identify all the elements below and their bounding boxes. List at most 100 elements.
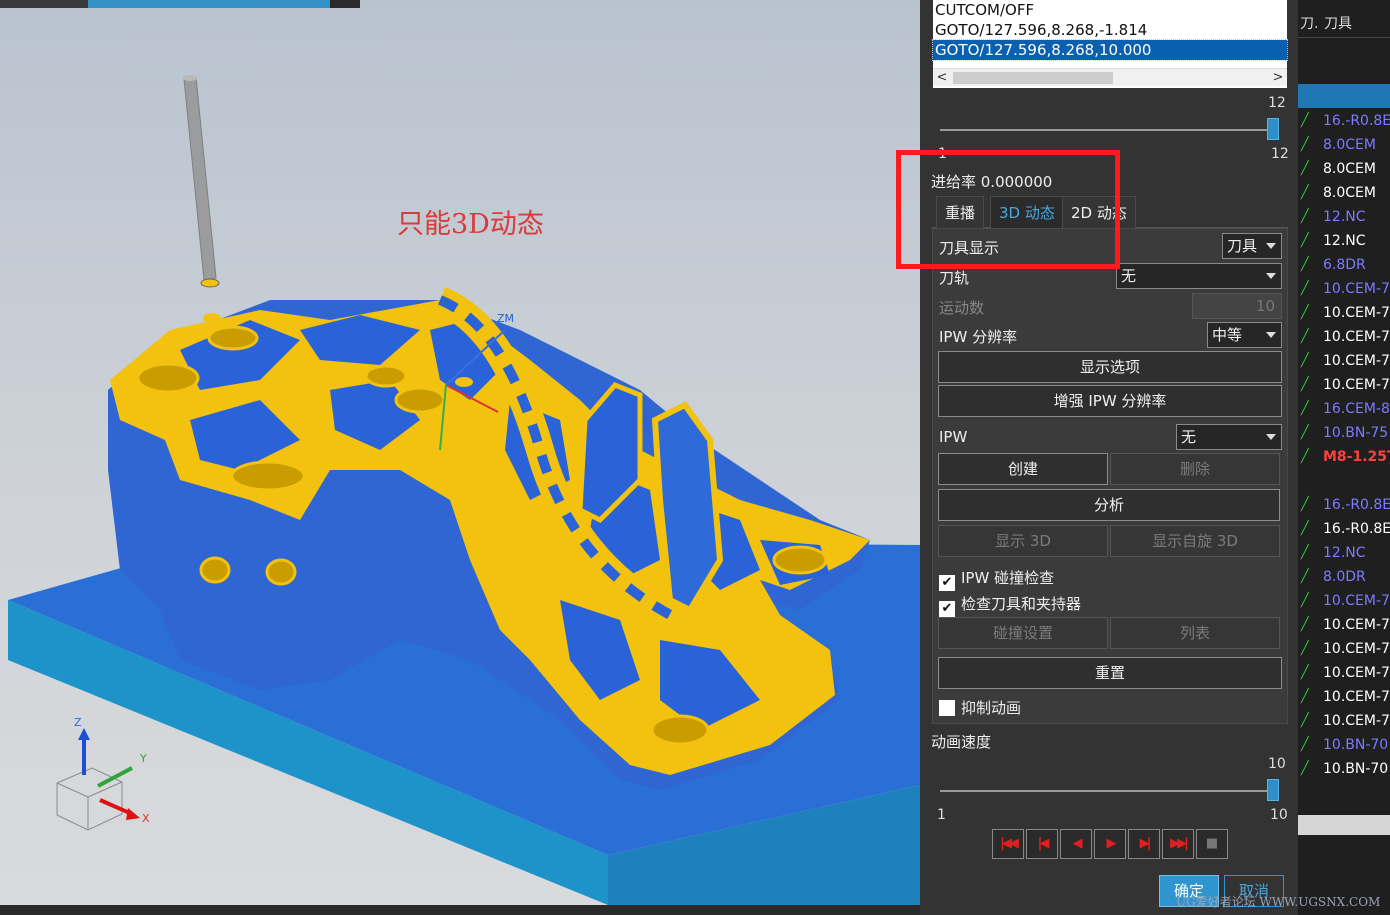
tool-row[interactable]: ╱ 12.NC bbox=[1298, 229, 1390, 253]
graphics-viewport[interactable]: ZM Z Y X 只能3D动态 bbox=[0, 0, 920, 915]
tool-row[interactable]: ╱ 10.CEM-7 bbox=[1298, 709, 1390, 733]
status-check-icon: ╱ bbox=[1301, 233, 1309, 248]
column-header[interactable]: 刀. bbox=[1300, 10, 1318, 38]
speed-slider-track[interactable] bbox=[940, 790, 1270, 792]
status-check-icon: ╱ bbox=[1301, 257, 1309, 272]
small-hole bbox=[203, 313, 221, 323]
tool-row[interactable]: ╱ 10.CEM-7 bbox=[1298, 661, 1390, 685]
suppress-animation-check[interactable]: 抑制动画 bbox=[939, 699, 1021, 717]
tool-row[interactable]: ╱ 16.-R0.8E bbox=[1298, 493, 1390, 517]
status-check-icon: ╱ bbox=[1301, 665, 1309, 680]
tool-row[interactable]: ╱ 10.CEM-7 bbox=[1298, 373, 1390, 397]
tool-row[interactable]: ╱ M8-1.25T bbox=[1298, 445, 1390, 469]
chevron-down-icon bbox=[1266, 273, 1276, 279]
play-reverse-icon[interactable]: ◀ bbox=[1060, 829, 1092, 859]
tool-row[interactable]: ╱ 10.CEM-7 bbox=[1298, 349, 1390, 373]
horizontal-scrollbar[interactable] bbox=[1298, 815, 1390, 835]
tool-row[interactable]: ╱ 10.BN-70 bbox=[1298, 733, 1390, 757]
status-check-icon: ╱ bbox=[1301, 593, 1309, 608]
status-check-icon: ╱ bbox=[1301, 497, 1309, 512]
checkbox-checked-icon[interactable]: ✔ bbox=[939, 575, 955, 591]
tool-row[interactable]: ╱ 16.-R0.8E bbox=[1298, 109, 1390, 133]
z-axis-label: Z bbox=[74, 716, 82, 729]
tool-row[interactable]: ╱ 8.0DR bbox=[1298, 565, 1390, 589]
create-button[interactable]: 创建 bbox=[938, 453, 1108, 485]
collision-settings-button[interactable]: 碰撞设置 bbox=[938, 617, 1108, 649]
fast-forward-icon[interactable]: ▶▶| bbox=[1162, 829, 1194, 859]
tool-row[interactable]: ╱ 8.0CEM bbox=[1298, 157, 1390, 181]
scroll-right-icon[interactable]: > bbox=[1269, 69, 1287, 87]
tool-row[interactable]: ╱ 10.CEM-7 bbox=[1298, 637, 1390, 661]
ipw-3d-model[interactable]: ZM Z Y X bbox=[0, 0, 920, 915]
stop-icon[interactable]: ■ bbox=[1196, 829, 1228, 859]
status-check-icon: ╱ bbox=[1301, 401, 1309, 416]
rewind-to-start-icon[interactable]: |◀◀ bbox=[992, 829, 1024, 859]
tool-path-listing[interactable]: CUTCOM/OFF GOTO/127.596,8.268,-1.814 GOT… bbox=[932, 0, 1288, 88]
tool-name: 8.0DR bbox=[1323, 569, 1366, 585]
selected-row[interactable] bbox=[1298, 84, 1390, 108]
step-back-icon[interactable]: |◀ bbox=[1026, 829, 1058, 859]
tool-row[interactable]: ╱ 10.CEM-7 bbox=[1298, 685, 1390, 709]
status-check-icon: ╱ bbox=[1301, 641, 1309, 656]
tool-row[interactable]: ╱ 8.0CEM bbox=[1298, 181, 1390, 205]
code-line[interactable]: CUTCOM/OFF bbox=[933, 0, 1287, 20]
tool-row[interactable]: ╱ 16.-R0.8E bbox=[1298, 517, 1390, 541]
list-button[interactable]: 列表 bbox=[1110, 617, 1280, 649]
speed-slider-thumb[interactable] bbox=[1267, 779, 1279, 801]
step-slider-value: 12 bbox=[1271, 146, 1289, 162]
analyze-button[interactable]: 分析 bbox=[938, 489, 1280, 521]
code-line-selected[interactable]: GOTO/127.596,8.268,10.000 bbox=[932, 39, 1288, 61]
tool-row[interactable]: ╱ 10.BN-70 bbox=[1298, 757, 1390, 781]
ipw-collision-check[interactable]: ✔ IPW 碰撞检查 bbox=[939, 569, 1054, 591]
tool-row[interactable]: ╱ 10.CEM-7 bbox=[1298, 613, 1390, 637]
code-line[interactable]: GOTO/127.596,8.268,-1.814 bbox=[933, 20, 1287, 40]
tool-row[interactable]: ╱ 10.CEM-7 bbox=[1298, 277, 1390, 301]
ipw-select[interactable]: 无 bbox=[1176, 424, 1282, 450]
tool-name: 10.BN-70 bbox=[1323, 761, 1389, 777]
scroll-thumb[interactable] bbox=[953, 72, 1113, 84]
tool-row[interactable]: ╱ 16.CEM-8 bbox=[1298, 397, 1390, 421]
status-check-icon: ╱ bbox=[1301, 545, 1309, 560]
step-slider-track[interactable] bbox=[940, 129, 1270, 131]
tool-row[interactable]: ╱ 8.0CEM bbox=[1298, 133, 1390, 157]
tool-row[interactable]: ╱ 10.CEM-7 bbox=[1298, 325, 1390, 349]
play-forward-icon[interactable]: ▶ bbox=[1094, 829, 1126, 859]
view-orientation-triad[interactable]: Z Y X bbox=[56, 716, 150, 831]
tool-name: 12.NC bbox=[1323, 209, 1366, 225]
tool-row[interactable]: ╱ 6.8DR bbox=[1298, 253, 1390, 277]
display-options-button[interactable]: 显示选项 bbox=[938, 351, 1282, 383]
horizontal-scrollbar[interactable]: < > bbox=[933, 68, 1287, 86]
enhance-ipw-resolution-button[interactable]: 增强 IPW 分辨率 bbox=[938, 385, 1282, 417]
tool-display-select[interactable]: 刀具 bbox=[1222, 233, 1282, 259]
tool-row[interactable]: ╱ 12.NC bbox=[1298, 205, 1390, 229]
toolpath-value: 无 bbox=[1121, 267, 1137, 285]
tool-name: 10.BN-70 bbox=[1323, 737, 1389, 753]
tool-name: 16.-R0.8E bbox=[1323, 521, 1390, 537]
tool-row[interactable]: ╱ 10.CEM-7 bbox=[1298, 301, 1390, 325]
ipw-resolution-select[interactable]: 中等 bbox=[1207, 322, 1282, 348]
step-slider-thumb[interactable] bbox=[1267, 118, 1279, 140]
tool-top bbox=[183, 75, 197, 81]
show-3d-button[interactable]: 显示 3D bbox=[938, 525, 1108, 557]
toolpath-select[interactable]: 无 bbox=[1116, 263, 1282, 289]
scroll-left-icon[interactable]: < bbox=[933, 69, 951, 87]
tool-row[interactable]: ╱ 10.BN-75 bbox=[1298, 421, 1390, 445]
tool-row[interactable]: ╱ 10.CEM-7 bbox=[1298, 589, 1390, 613]
motion-count-field: 10 bbox=[1192, 293, 1282, 319]
checkbox-unchecked-icon[interactable] bbox=[939, 700, 955, 716]
tool-row[interactable] bbox=[1298, 469, 1390, 493]
checkbox-checked-icon[interactable]: ✔ bbox=[939, 601, 955, 617]
show-spin-3d-button[interactable]: 显示自旋 3D bbox=[1110, 525, 1280, 557]
tool-name: M8-1.25T bbox=[1323, 449, 1390, 465]
tool-name: 8.0CEM bbox=[1323, 137, 1376, 153]
delete-button[interactable]: 删除 bbox=[1110, 453, 1280, 485]
x-axis-label: X bbox=[142, 812, 150, 825]
check-tool-holder[interactable]: ✔ 检查刀具和夹持器 bbox=[939, 595, 1081, 617]
tool-row[interactable]: ╱ 12.NC bbox=[1298, 541, 1390, 565]
tool-name: 10.CEM-7 bbox=[1323, 593, 1390, 609]
step-forward-icon[interactable]: ▶| bbox=[1128, 829, 1160, 859]
column-header[interactable]: 刀具 bbox=[1324, 10, 1352, 38]
status-check-icon: ╱ bbox=[1301, 329, 1309, 344]
reset-button[interactable]: 重置 bbox=[938, 657, 1282, 689]
chevron-down-icon bbox=[1266, 434, 1276, 440]
